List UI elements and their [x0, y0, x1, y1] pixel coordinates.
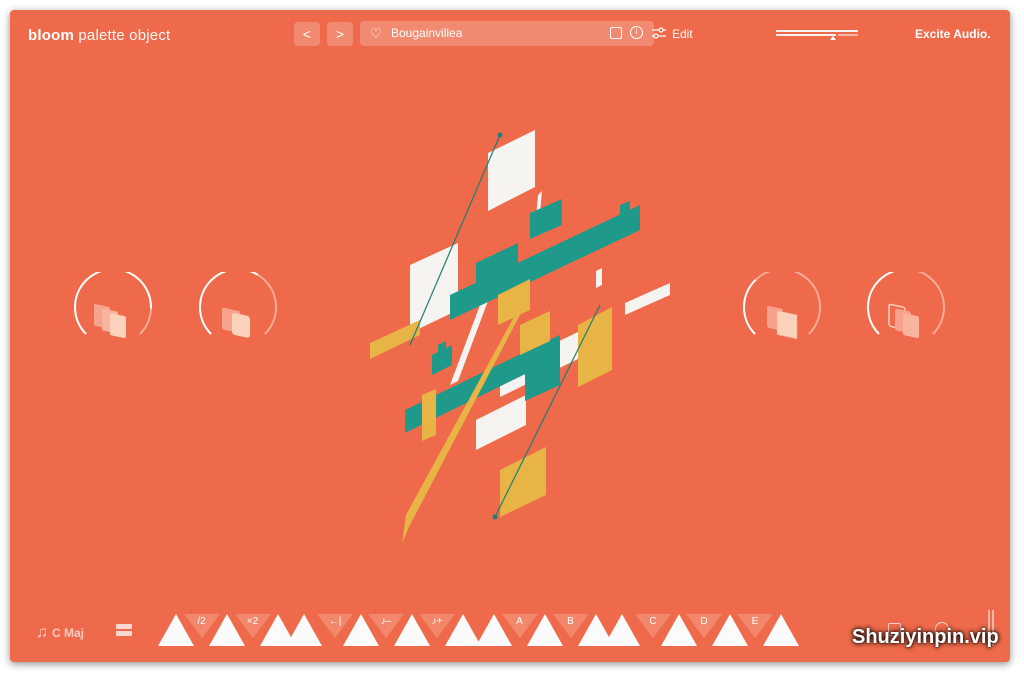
output-meter[interactable]	[776, 30, 858, 40]
edit-label: Edit	[672, 27, 693, 41]
app-logo: bloom palette object	[28, 27, 170, 44]
save-icon[interactable]	[610, 27, 622, 39]
prev-preset-button[interactable]: <	[294, 22, 320, 46]
trigger-button-23[interactable]	[762, 614, 799, 646]
preset-name: Bougainvillea	[391, 26, 463, 40]
edit-button[interactable]: Edit	[652, 27, 693, 41]
key-label: C Maj	[52, 626, 85, 640]
preset-selector[interactable]: ♡ Bougainvillea i	[360, 21, 654, 46]
key-selector[interactable]: ♫ C Maj	[36, 624, 84, 642]
chevron-left-icon: <	[302, 26, 312, 42]
knob-texture[interactable]	[741, 272, 823, 354]
visualizer-artwork	[370, 130, 670, 543]
info-icon[interactable]: i	[630, 26, 643, 39]
chevron-right-icon: >	[335, 26, 345, 42]
music-note-icon: ♫	[36, 624, 48, 641]
knob-layers-1[interactable]	[72, 272, 154, 354]
app-window: bloom palette object < > ♡ Bougainvillea…	[10, 10, 1010, 662]
edit-sliders-icon	[652, 27, 666, 39]
heart-icon[interactable]: ♡	[370, 26, 382, 42]
logo-bold: bloom	[28, 27, 74, 44]
next-preset-button[interactable]: >	[327, 22, 353, 46]
brand-logo: Excite Audio.	[915, 27, 991, 41]
layout-icon[interactable]	[116, 624, 132, 637]
logo-light: palette object	[78, 27, 171, 44]
watermark: Shuziyinpin.vip	[852, 626, 999, 648]
knob-layers-3[interactable]	[865, 272, 947, 354]
knob-layers-2[interactable]	[197, 272, 279, 354]
